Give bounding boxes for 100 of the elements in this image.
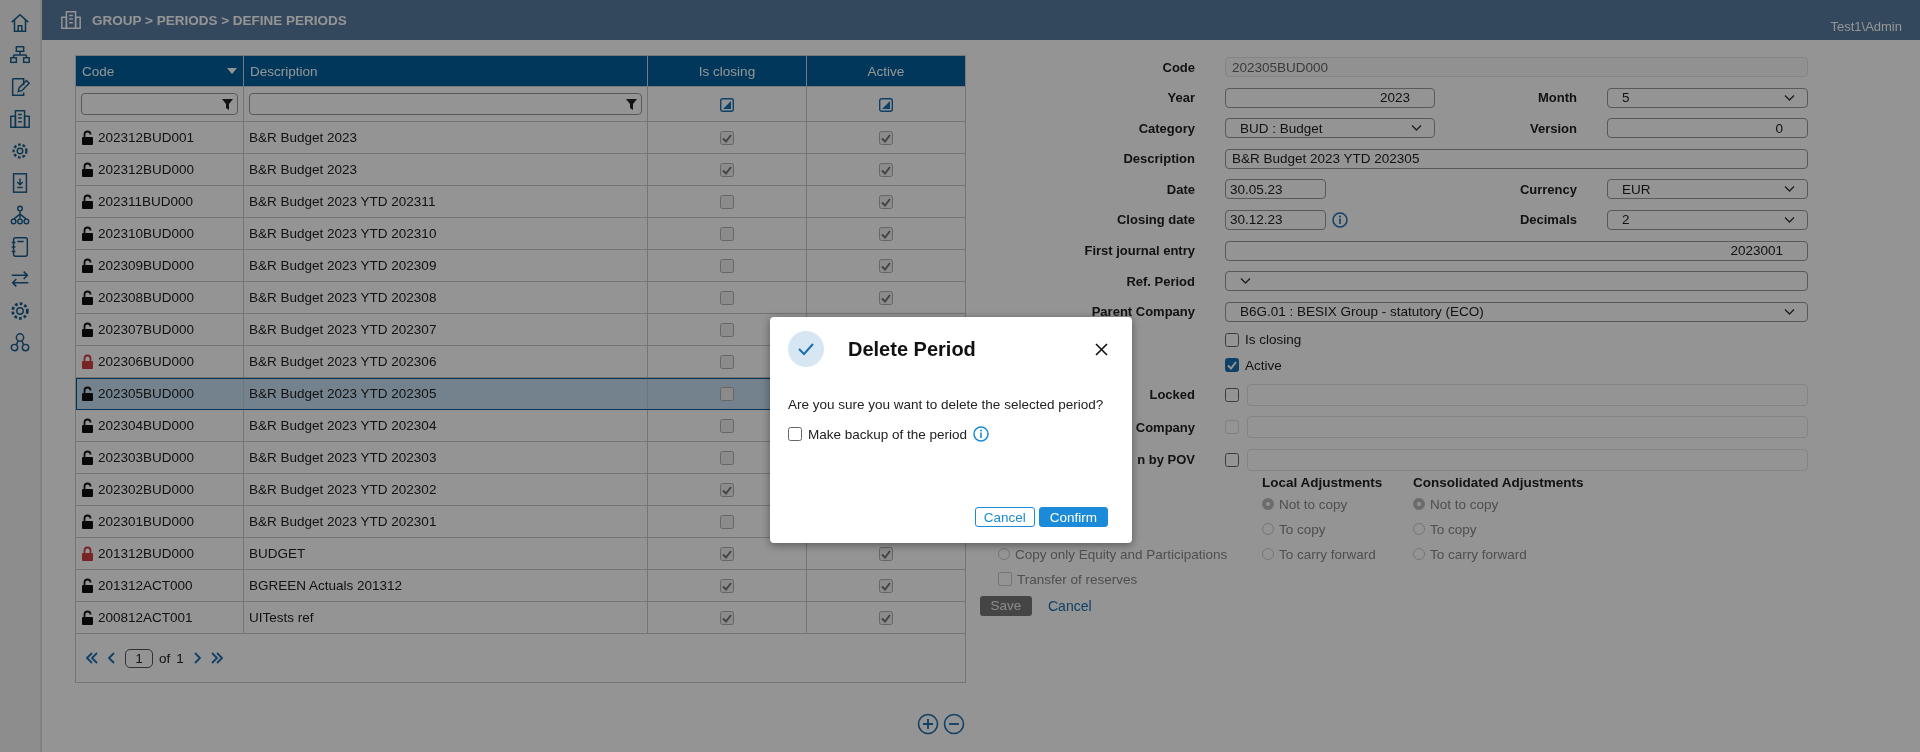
column-header[interactable]: Description — [243, 55, 648, 87]
checkbox[interactable] — [879, 195, 893, 210]
table-row[interactable]: 202311BUD000 B&R Budget 2023 YTD 202311 — [75, 185, 966, 218]
table-row[interactable]: 202312BUD001 B&R Budget 2023 — [75, 121, 966, 154]
settings-icon[interactable] — [9, 300, 31, 322]
select-field[interactable]: 5 — [1607, 87, 1808, 108]
checkbox[interactable] — [720, 515, 734, 530]
info-icon[interactable] — [973, 426, 990, 442]
date-field[interactable]: 30.12.23 — [1225, 209, 1326, 230]
checkbox[interactable] — [879, 579, 893, 594]
sort-down-icon[interactable] — [227, 68, 237, 74]
remove-icon[interactable] — [943, 713, 965, 735]
checkbox[interactable] — [720, 483, 734, 498]
field-label: Category — [1138, 120, 1195, 136]
network-icon[interactable] — [9, 332, 31, 354]
close-button[interactable] — [1095, 342, 1108, 356]
input-field[interactable]: 0 — [1607, 118, 1808, 139]
chevron-down-icon — [1784, 185, 1795, 194]
home-icon[interactable] — [9, 12, 31, 34]
filter-field[interactable] — [249, 93, 642, 115]
checkbox[interactable] — [720, 451, 734, 466]
org-chart-icon[interactable] — [9, 44, 31, 66]
checkbox[interactable] — [1225, 358, 1239, 373]
cancel-link[interactable]: Cancel — [1048, 597, 1092, 614]
table-cell: BGREEN Actuals 201312 — [243, 569, 648, 602]
last-page-button[interactable] — [209, 651, 224, 665]
table-row[interactable]: 201312ACT000 BGREEN Actuals 201312 — [75, 569, 966, 602]
building-icon[interactable] — [9, 108, 31, 130]
period-code: 202312BUD001 — [98, 130, 195, 145]
radio-button[interactable] — [1262, 498, 1274, 511]
column-title: Consolidated Adjustments — [1413, 474, 1585, 490]
select-field[interactable]: BUD : Budget — [1225, 118, 1435, 139]
option-label: Transfer of reserves — [1017, 571, 1138, 587]
select-field[interactable]: 2 — [1607, 209, 1808, 230]
input-field[interactable]: 2023 — [1225, 87, 1435, 108]
checkbox[interactable] — [1225, 452, 1239, 467]
radio-button[interactable] — [1413, 498, 1425, 511]
table-row[interactable]: 202310BUD000 B&R Budget 2023 YTD 202310 — [75, 217, 966, 250]
edit-icon[interactable] — [9, 76, 31, 98]
checkbox[interactable] — [720, 131, 734, 146]
checkbox[interactable] — [720, 579, 734, 594]
checkbox[interactable] — [1225, 332, 1239, 347]
field-label: Version — [1530, 120, 1577, 136]
add-icon[interactable] — [917, 713, 939, 735]
date-field[interactable]: 30.05.23 — [1225, 179, 1326, 200]
filter-icon[interactable] — [222, 98, 233, 110]
checkbox[interactable] — [879, 163, 893, 178]
field-label: Closing date — [1117, 212, 1195, 228]
filter-icon[interactable] — [626, 98, 637, 110]
checkbox[interactable] — [879, 291, 893, 306]
checkbox[interactable] — [879, 547, 893, 562]
confirm-button[interactable]: Confirm — [1038, 507, 1108, 527]
gear-icon[interactable] — [9, 140, 31, 162]
checkbox[interactable] — [879, 259, 893, 274]
chevron-down-icon — [1784, 307, 1795, 316]
table-row[interactable]: 202308BUD000 B&R Budget 2023 YTD 202308 — [75, 281, 966, 314]
input-field[interactable]: B&R Budget 2023 YTD 202305 — [1225, 148, 1808, 169]
swap-icon[interactable] — [9, 268, 31, 290]
filter-checkbox[interactable] — [720, 97, 734, 112]
select-field[interactable]: EUR — [1607, 179, 1808, 200]
table-row[interactable]: 202312BUD000 B&R Budget 2023 — [75, 153, 966, 186]
checkbox[interactable] — [720, 611, 734, 626]
filter-checkbox[interactable] — [879, 97, 893, 112]
field-label: Month — [1538, 90, 1577, 106]
field-label: Date — [1166, 181, 1195, 197]
checkbox[interactable] — [788, 427, 802, 441]
checkbox[interactable] — [720, 163, 734, 178]
checkbox[interactable] — [720, 323, 734, 338]
input-field[interactable]: 2023001 — [1225, 240, 1808, 261]
checkbox[interactable] — [720, 259, 734, 274]
period-code: 202302BUD000 — [98, 482, 195, 497]
checkbox[interactable] — [879, 131, 893, 146]
checkbox[interactable] — [720, 355, 734, 370]
table-row[interactable]: 200812ACT001 UITests ref — [75, 601, 966, 634]
info-icon[interactable] — [1332, 211, 1348, 228]
field-label: Ref. Period — [1126, 273, 1195, 289]
select-field[interactable] — [1225, 271, 1808, 292]
checkbox[interactable] — [720, 547, 734, 562]
checkbox[interactable] — [1225, 387, 1239, 402]
checkbox[interactable] — [879, 227, 893, 242]
checkbox[interactable] — [720, 195, 734, 210]
field-label: Currency — [1519, 181, 1577, 197]
column-header[interactable]: Active — [806, 55, 966, 87]
select-field[interactable]: B6G.01 : BESIX Group - statutory (ECO) — [1225, 301, 1808, 322]
checkbox[interactable] — [720, 419, 734, 434]
checkbox[interactable] — [879, 611, 893, 626]
hierarchy-icon[interactable] — [9, 204, 31, 226]
column-header[interactable]: Is closing — [647, 55, 807, 87]
checkbox[interactable] — [720, 291, 734, 306]
field-label: Description — [1123, 151, 1195, 167]
column-header[interactable]: Code — [75, 55, 244, 87]
checkbox[interactable] — [720, 227, 734, 242]
notebook-icon[interactable] — [9, 236, 31, 258]
checkbox[interactable] — [720, 387, 734, 402]
first-page-button[interactable] — [85, 651, 99, 665]
table-row[interactable]: 202309BUD000 B&R Budget 2023 YTD 202309 — [75, 249, 966, 282]
cancel-button[interactable]: Cancel — [974, 507, 1035, 527]
radio-label: Not to copy — [1279, 496, 1348, 512]
filter-field[interactable] — [81, 93, 238, 115]
page-input[interactable]: 1 — [125, 648, 153, 668]
